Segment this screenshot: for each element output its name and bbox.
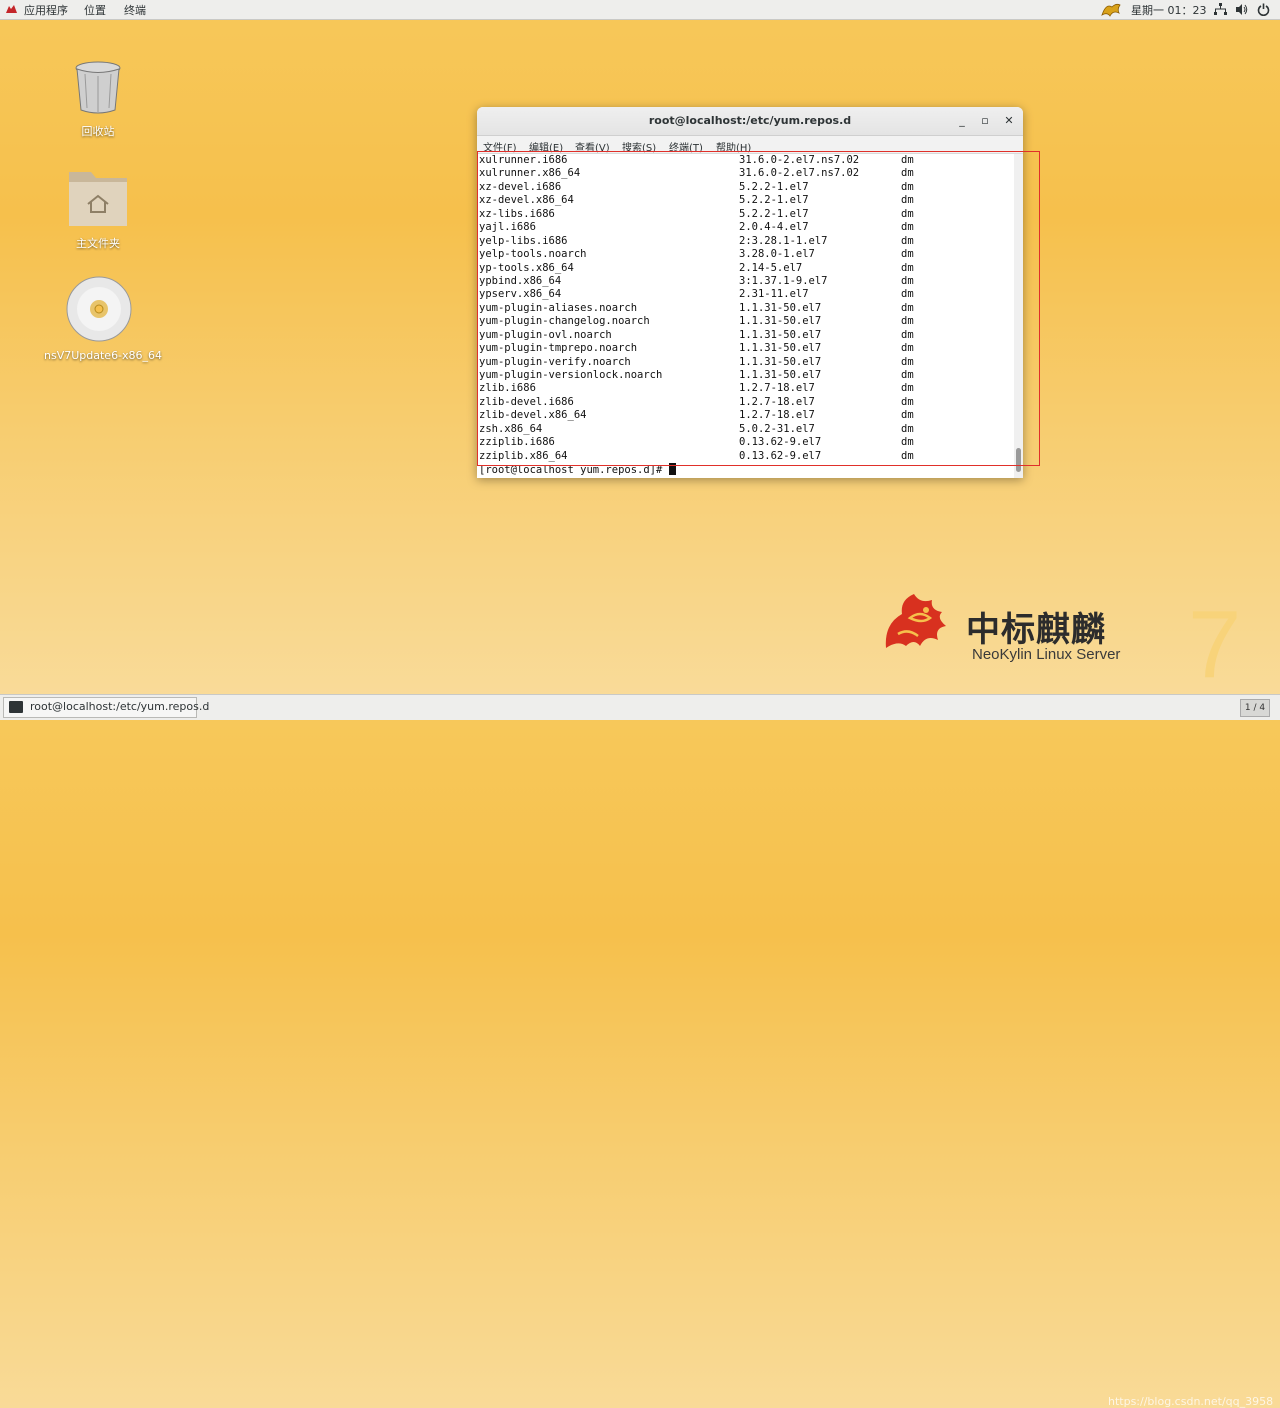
bottom-panel: root@localhost:/etc/yum.repos.d https://…: [0, 694, 1280, 1408]
places-menu[interactable]: 位置: [84, 2, 106, 18]
brand-version: 7: [1188, 591, 1242, 698]
power-icon[interactable]: [1257, 3, 1270, 16]
home-folder-label: 主文件夹: [76, 237, 120, 250]
kylin-logo-icon: [1101, 3, 1121, 17]
brand-english: NeoKylin Linux Server: [972, 646, 1121, 663]
trash-desktop-icon[interactable]: 回收站: [66, 60, 130, 139]
trash-label: 回收站: [81, 125, 115, 138]
close-button[interactable]: ✕: [1001, 113, 1017, 129]
volume-icon[interactable]: [1235, 3, 1248, 16]
brand-chinese: 中标麒麟: [966, 610, 1106, 650]
maximize-button[interactable]: ▫: [977, 113, 993, 129]
highlight-box: [477, 151, 1040, 466]
network-icon[interactable]: [1214, 3, 1227, 16]
top-panel: 应用程序 位置 终端 星期一 01：23: [0, 0, 1280, 20]
taskbar-terminal-button[interactable]: root@localhost:/etc/yum.repos.d: [3, 697, 209, 718]
workspace-switcher[interactable]: 1 / 4: [1240, 699, 1270, 717]
window-title: root@localhost:/etc/yum.repos.d: [648, 114, 852, 127]
disc-label: nsV7Update6-x86_64: [44, 349, 163, 362]
disc-desktop-icon[interactable]: nsV7Update6-x86_64: [44, 276, 163, 362]
window-titlebar[interactable]: root@localhost:/etc/yum.repos.d _ ▫ ✕: [477, 107, 1023, 136]
applications-menu[interactable]: 应用程序: [24, 2, 68, 18]
folder-icon: [69, 172, 127, 226]
trash-icon: [75, 61, 121, 114]
kylin-logo-icon: [885, 594, 946, 648]
terminal-menu[interactable]: 终端: [124, 2, 146, 18]
home-folder-desktop-icon[interactable]: 主文件夹: [66, 168, 130, 251]
minimize-button[interactable]: _: [954, 113, 970, 129]
clock[interactable]: 星期一 01：23: [1131, 2, 1207, 18]
taskbar-task-title: root@localhost:/etc/yum.repos.d: [30, 700, 210, 713]
applications-icon: [6, 5, 17, 13]
watermark: https://blog.csdn.net/qq_3958: [1108, 1395, 1274, 1408]
terminal-icon: [9, 701, 23, 713]
optical-disc-icon: [66, 276, 132, 342]
